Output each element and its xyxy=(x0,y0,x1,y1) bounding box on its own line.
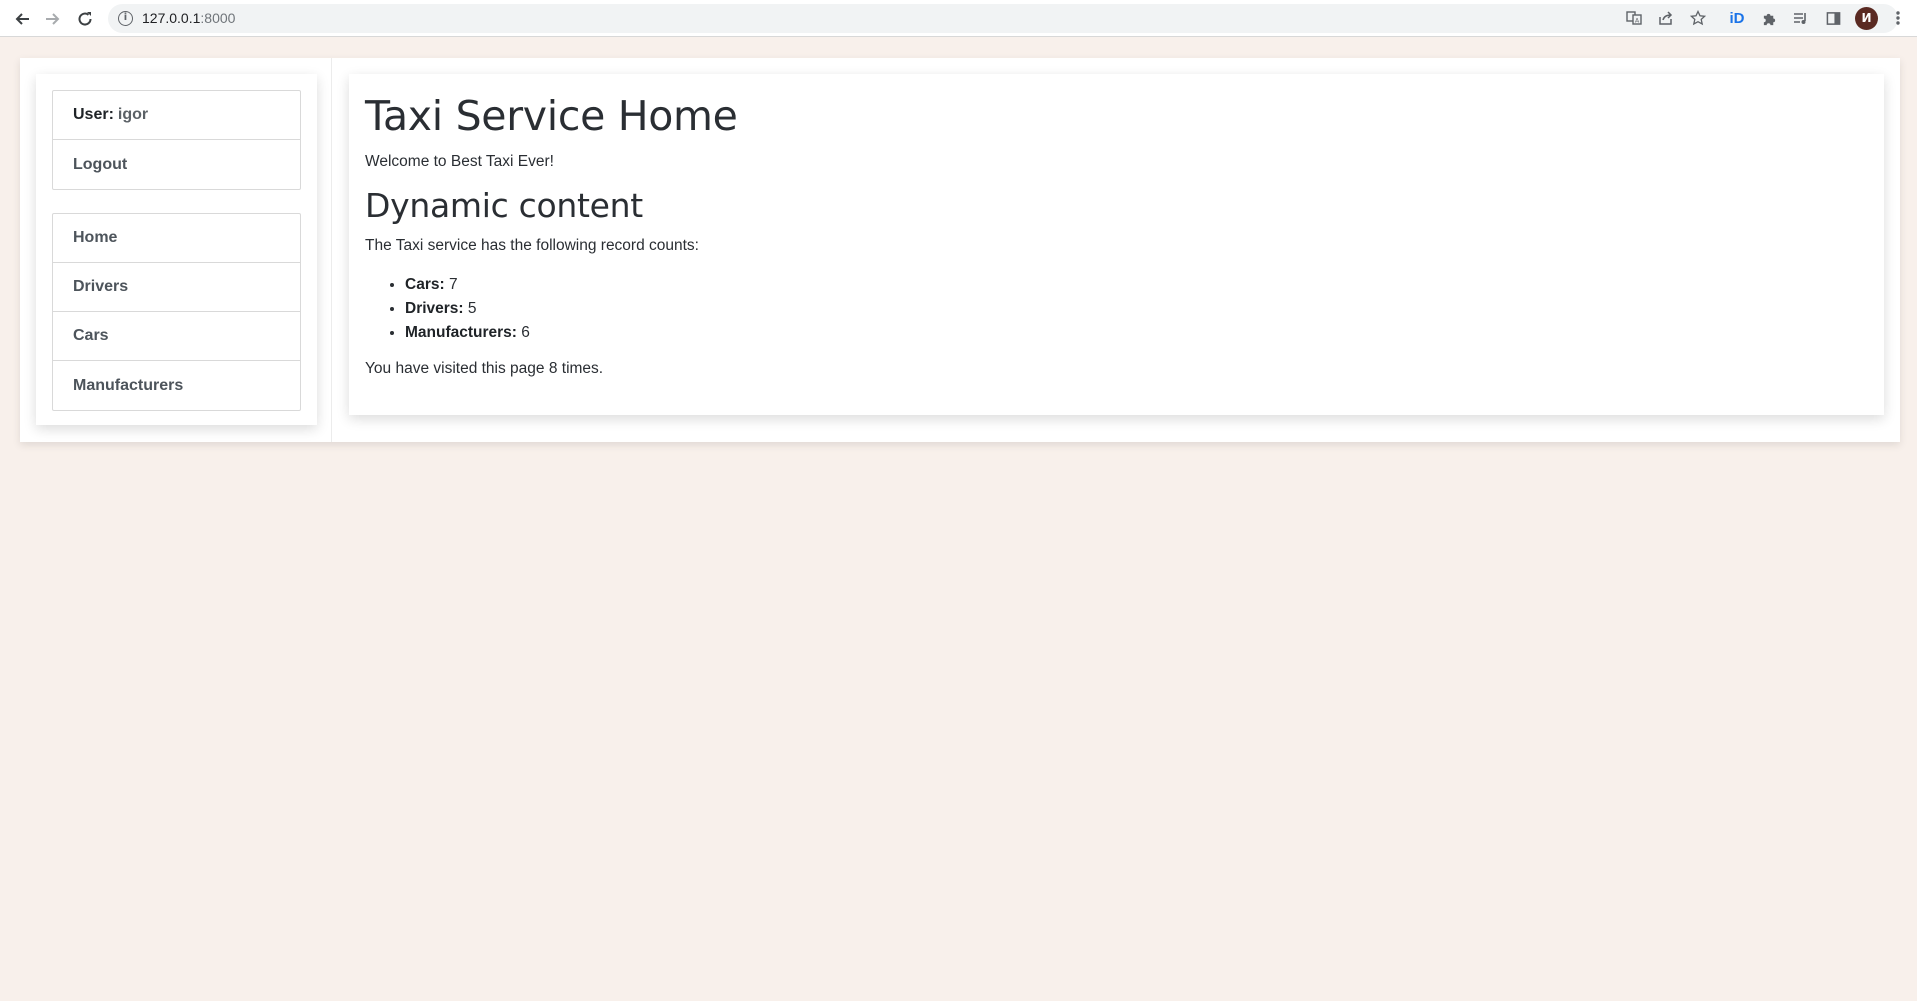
browser-toolbar: i 127.0.0.1:8000 A iD И xyxy=(0,0,1917,37)
sidebar-item-manufacturers[interactable]: Manufacturers xyxy=(53,361,300,410)
section-title: Dynamic content xyxy=(365,186,643,226)
reload-icon[interactable] xyxy=(72,6,98,32)
column-divider xyxy=(331,58,332,442)
share-icon[interactable] xyxy=(1654,6,1678,30)
user-name[interactable]: igor xyxy=(118,106,148,124)
user-label: User: xyxy=(73,106,114,123)
visits-text: You have visited this page 8 times. xyxy=(365,360,604,378)
count-label: Cars: xyxy=(405,276,445,294)
logout-link[interactable]: Logout xyxy=(53,140,300,189)
menu-icon[interactable] xyxy=(1886,6,1910,30)
profile-avatar[interactable]: И xyxy=(1855,7,1878,30)
count-label: Manufacturers: xyxy=(405,324,517,342)
media-queue-icon[interactable] xyxy=(1789,6,1813,30)
intro-text: The Taxi service has the following recor… xyxy=(365,237,699,255)
sidebar-item-cars[interactable]: Cars xyxy=(53,312,300,361)
translate-icon[interactable]: A xyxy=(1622,6,1646,30)
user-info: User: igor xyxy=(53,91,300,140)
list-item: Manufacturers: 6 xyxy=(405,321,1865,345)
page-title: Taxi Service Home xyxy=(365,92,738,140)
address-bar[interactable]: i 127.0.0.1:8000 A xyxy=(108,4,1898,33)
sidebar-item-home[interactable]: Home xyxy=(53,214,300,263)
url-text[interactable]: 127.0.0.1:8000 xyxy=(142,10,235,26)
count-value: 5 xyxy=(467,300,477,318)
star-icon[interactable] xyxy=(1686,6,1710,30)
extension-id-icon[interactable]: iD xyxy=(1725,6,1749,30)
list-item: Cars: 7 xyxy=(405,273,1865,297)
info-icon[interactable]: i xyxy=(118,11,133,26)
back-icon[interactable] xyxy=(9,6,35,32)
welcome-text: Welcome to Best Taxi Ever! xyxy=(365,153,554,171)
count-label: Drivers: xyxy=(405,300,464,318)
sidebar-item-drivers[interactable]: Drivers xyxy=(53,263,300,312)
user-panel: User: igor Logout xyxy=(52,90,301,190)
side-panel-icon[interactable] xyxy=(1821,6,1845,30)
sidebar-nav: Home Drivers Cars Manufacturers xyxy=(52,213,301,411)
record-counts-list: Cars: 7 Drivers: 5 Manufacturers: 6 xyxy=(405,273,1865,345)
puzzle-icon[interactable] xyxy=(1757,6,1781,30)
count-value: 6 xyxy=(521,324,530,342)
forward-icon[interactable] xyxy=(40,6,66,32)
count-value: 7 xyxy=(448,276,458,294)
list-item: Drivers: 5 xyxy=(405,297,1865,321)
main-content: Taxi Service Home Welcome to Best Taxi E… xyxy=(349,74,1884,415)
